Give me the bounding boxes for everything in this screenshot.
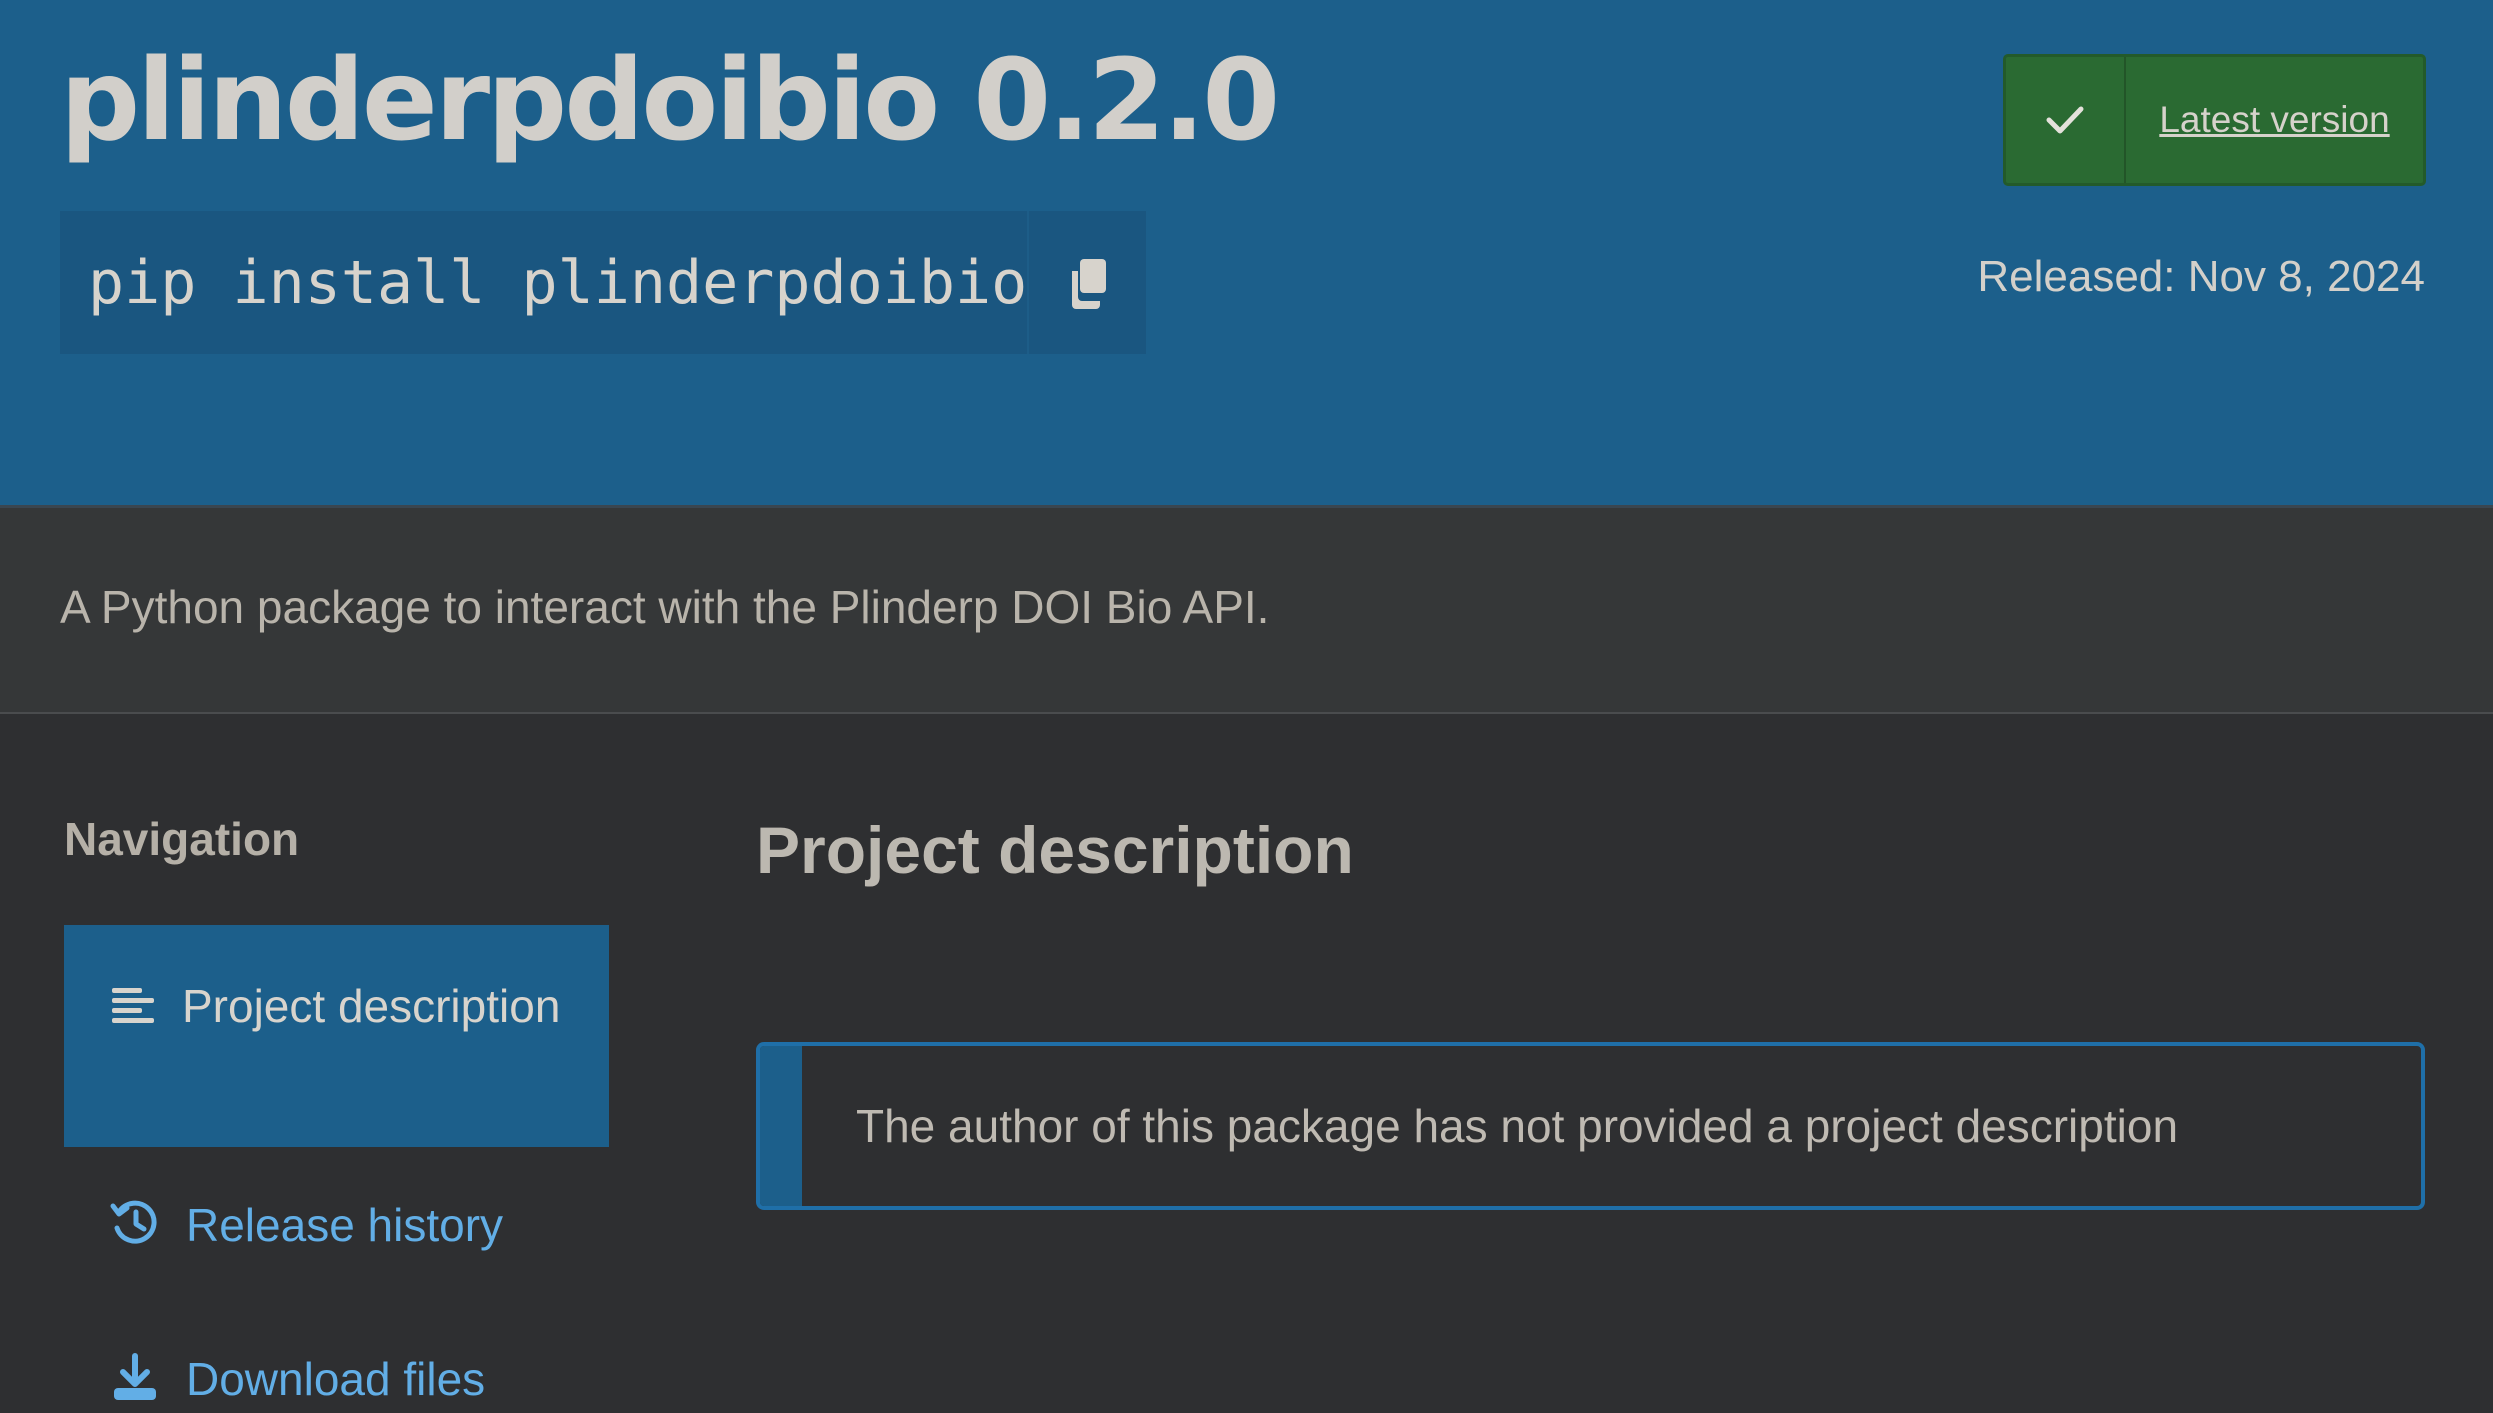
package-title: plinderpdoibio 0.2.0 [60, 36, 1280, 166]
copy-button[interactable] [1027, 211, 1146, 354]
package-header: plinderpdoibio 0.2.0 pip install plinder… [0, 0, 2493, 508]
main-heading: Project description [756, 813, 1354, 887]
no-description-callout: The author of this package has not provi… [756, 1042, 2425, 1210]
sidebar-item-label: Project description [182, 980, 561, 1032]
download-icon [110, 1352, 160, 1413]
latest-version-link[interactable]: Latest version [2126, 57, 2423, 183]
sidebar-item-release-history[interactable]: Release history [64, 1198, 609, 1259]
pip-install-box: pip install plinderpdoibio [60, 211, 1146, 354]
sidebar-item-label: Download files [186, 1353, 486, 1405]
sidebar-item-label: Release history [186, 1199, 504, 1251]
release-date: Released: Nov 8, 2024 [1977, 252, 2425, 301]
package-summary-band: A Python package to interact with the Pl… [0, 508, 2493, 714]
history-icon [110, 1198, 160, 1259]
sidebar-item-download-files[interactable]: Download files [64, 1352, 609, 1413]
check-icon [2046, 106, 2084, 134]
latest-version-badge: Latest version [2003, 54, 2426, 186]
sidebar-heading: Navigation [64, 813, 300, 865]
copy-icon [1071, 258, 1106, 309]
callout-text: The author of this package has not provi… [856, 1100, 2179, 1152]
align-left-icon [112, 977, 156, 1044]
package-summary: A Python package to interact with the Pl… [60, 581, 1270, 633]
sidebar-item-project-description[interactable]: Project description [64, 925, 609, 1147]
pip-install-command[interactable]: pip install plinderpdoibio [60, 248, 1027, 318]
